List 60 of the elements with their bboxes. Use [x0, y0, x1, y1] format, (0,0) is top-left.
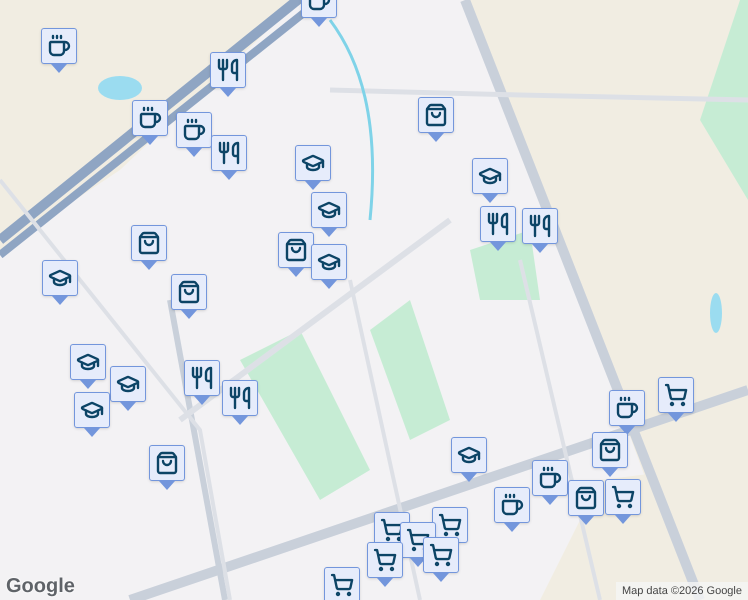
google-logo: Google	[6, 576, 75, 596]
fork-knife-icon	[217, 141, 241, 165]
cafe-marker[interactable]	[494, 487, 530, 533]
shopping-bag-icon	[177, 280, 201, 304]
shopping-bag-icon	[137, 231, 161, 255]
restaurant-marker[interactable]	[222, 380, 258, 426]
shopping-cart-icon	[438, 513, 462, 537]
shopping-marker[interactable]	[592, 432, 628, 478]
cafe-marker[interactable]	[176, 112, 212, 158]
shopping-cart-icon	[664, 383, 688, 407]
shopping-bag-icon	[284, 238, 308, 262]
shopping-cart-icon	[429, 543, 453, 567]
shopping-bag-icon	[424, 103, 448, 127]
restaurant-marker[interactable]	[184, 360, 220, 406]
grocery-marker[interactable]	[324, 567, 360, 600]
school-marker[interactable]	[451, 437, 487, 483]
cup-icon	[138, 106, 162, 130]
cup-icon	[182, 118, 206, 142]
cup-icon	[538, 466, 562, 490]
shopping-marker[interactable]	[131, 225, 167, 271]
grocery-marker[interactable]	[423, 537, 459, 583]
shopping-cart-icon	[330, 573, 354, 597]
cup-icon	[47, 34, 71, 58]
shopping-bag-icon	[574, 486, 598, 510]
cafe-marker[interactable]	[609, 390, 645, 436]
shopping-cart-icon	[611, 485, 635, 509]
school-marker[interactable]	[311, 192, 347, 238]
shopping-bag-icon	[598, 438, 622, 462]
fork-knife-icon	[486, 212, 510, 236]
school-marker[interactable]	[74, 392, 110, 438]
fork-knife-icon	[228, 386, 252, 410]
school-marker[interactable]	[472, 158, 508, 204]
fork-knife-icon	[216, 58, 240, 82]
restaurant-marker[interactable]	[210, 52, 246, 98]
grocery-marker[interactable]	[605, 479, 641, 525]
shopping-marker[interactable]	[418, 97, 454, 143]
school-marker[interactable]	[42, 260, 78, 306]
restaurant-marker[interactable]	[211, 135, 247, 181]
shopping-marker[interactable]	[171, 274, 207, 320]
school-marker[interactable]	[70, 344, 106, 390]
restaurant-marker[interactable]	[522, 208, 558, 254]
shopping-marker[interactable]	[149, 445, 185, 491]
fork-knife-icon	[528, 214, 552, 238]
shopping-marker[interactable]	[278, 232, 314, 278]
school-marker[interactable]	[311, 244, 347, 290]
restaurant-marker[interactable]	[480, 206, 516, 252]
grocery-marker[interactable]	[658, 377, 694, 423]
cup-icon	[500, 493, 524, 517]
grocery-marker[interactable]	[367, 542, 403, 588]
shopping-marker[interactable]	[568, 480, 604, 526]
fork-knife-icon	[190, 366, 214, 390]
shopping-cart-icon	[373, 548, 397, 572]
school-marker[interactable]	[110, 366, 146, 412]
cafe-marker[interactable]	[132, 100, 168, 146]
cup-icon	[615, 396, 639, 420]
cafe-marker[interactable]	[532, 460, 568, 506]
shopping-bag-icon	[155, 451, 179, 475]
map-attribution: Map data ©2026 Google	[616, 582, 748, 600]
cafe-marker[interactable]	[41, 28, 77, 74]
school-marker[interactable]	[295, 145, 331, 191]
